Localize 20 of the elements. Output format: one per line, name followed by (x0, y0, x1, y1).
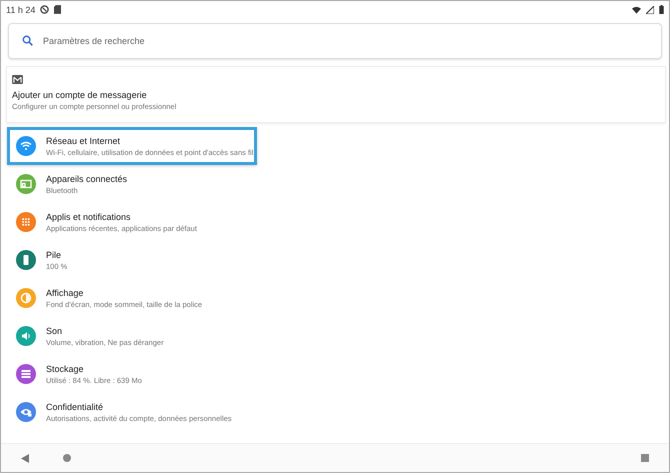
status-time: 11 h 24 (6, 4, 36, 14)
battery-icon (659, 5, 664, 14)
search-field[interactable]: Paramètres de recherche (8, 23, 662, 59)
item-title: Affichage (46, 288, 84, 298)
circle-icon (40, 5, 50, 14)
item-title: Son (46, 326, 64, 336)
card-title: Ajouter un compte de messagerie (12, 90, 147, 100)
sd-card-icon (54, 5, 62, 14)
item-title: Pile (46, 250, 62, 260)
mail-icon (12, 75, 23, 84)
item-title: Réseau et Internet (46, 136, 122, 146)
search-icon (22, 35, 33, 46)
item-title: Appareils connectés (46, 174, 128, 184)
item-title: Stockage (46, 364, 85, 374)
cell-signal-icon (646, 6, 654, 14)
item-title: Confidentialité (46, 402, 104, 412)
item-title: Applis et notifications (46, 212, 132, 222)
home-icon[interactable] (63, 454, 71, 462)
wifi-signal-icon (632, 6, 641, 14)
back-icon[interactable] (21, 454, 29, 462)
